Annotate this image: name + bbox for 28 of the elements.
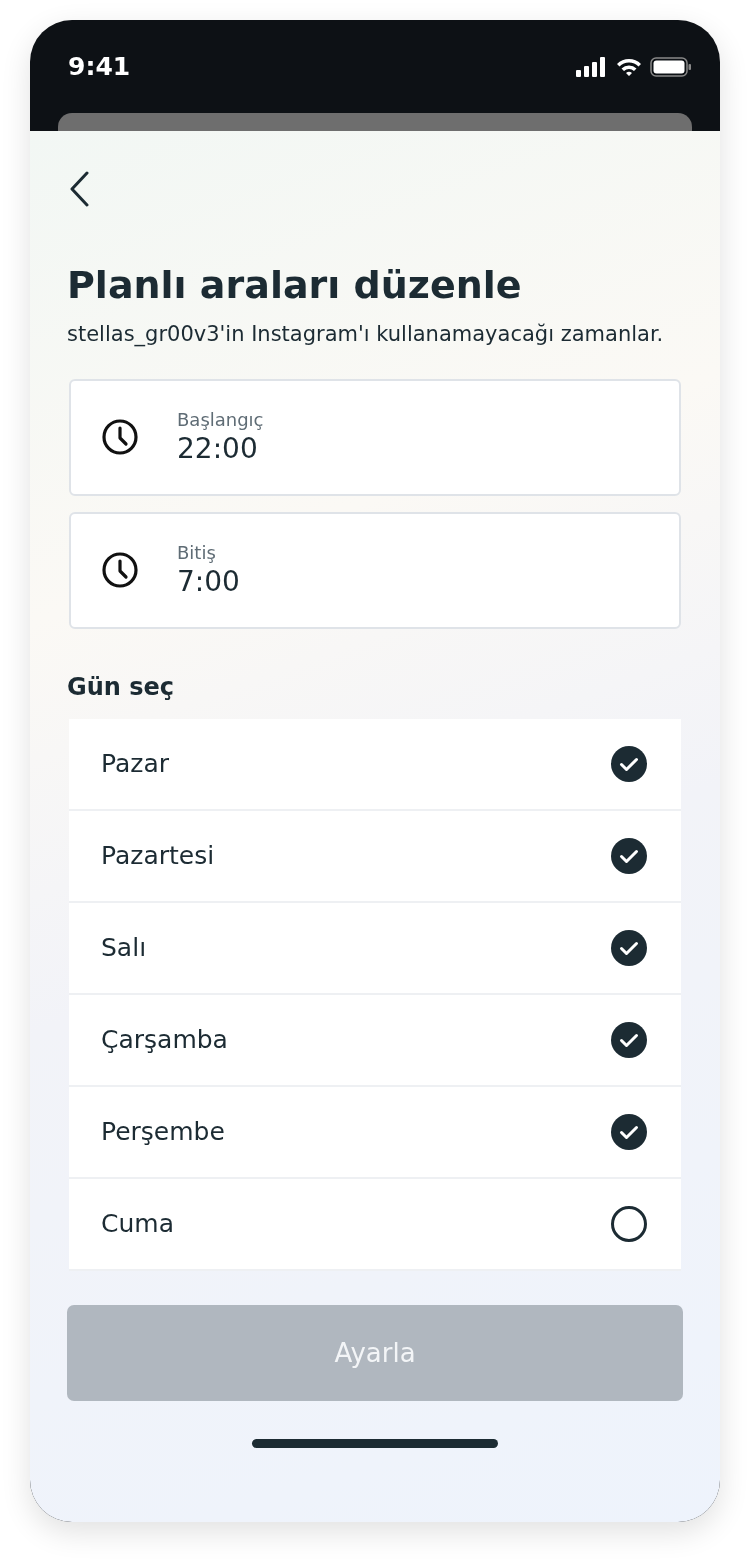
checked-icon[interactable]	[610, 744, 648, 783]
checked-icon[interactable]	[610, 836, 648, 875]
time-field[interactable]: Bitiş 7:00	[69, 511, 681, 629]
checked-icon[interactable]	[610, 1112, 648, 1151]
day-option[interactable]: Salı	[69, 902, 681, 995]
day-option[interactable]: Pazar	[69, 718, 681, 811]
checked-icon[interactable]	[610, 928, 648, 967]
day-option[interactable]: Perşembe	[69, 1086, 681, 1179]
wifi-icon	[616, 56, 642, 77]
unchecked-icon[interactable]	[610, 1204, 648, 1243]
signal-icon	[576, 56, 608, 77]
battery-icon	[650, 56, 692, 77]
checked-icon[interactable]	[610, 1020, 648, 1059]
page-subtitle: stellas_gr00v3'in Instagram'ı kullanamayacağı zamanlar.	[67, 320, 665, 349]
time-value: 22:00	[177, 432, 259, 466]
time-label: Başlangıç	[177, 409, 264, 431]
time-label: Bitiş	[177, 542, 217, 564]
day-option[interactable]: Çarşamba	[69, 994, 681, 1087]
clock-icon	[101, 418, 139, 457]
section-heading: Gün seç	[67, 672, 175, 701]
day-option[interactable]: Cuma	[69, 1178, 681, 1271]
page-title: Planlı araları düzenle	[67, 263, 523, 309]
status-time: 9:41	[68, 52, 131, 81]
clock-icon	[101, 551, 139, 590]
time-value: 7:00	[177, 565, 240, 599]
back-icon[interactable]	[69, 171, 91, 207]
day-option[interactable]: Pazartesi	[69, 810, 681, 903]
time-field[interactable]: Başlangıç 22:00	[69, 378, 681, 496]
